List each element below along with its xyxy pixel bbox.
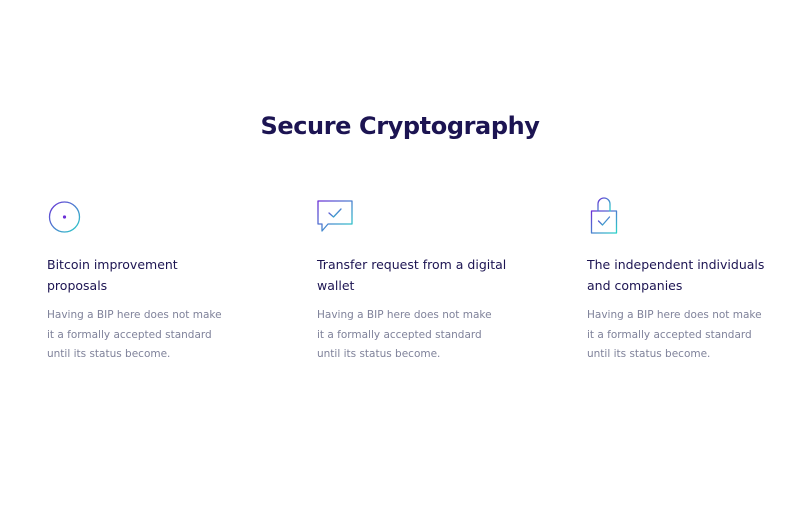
feature-description: Having a BIP here does not make it a for… [587,309,762,360]
feature-description: Having a BIP here does not make it a for… [47,309,222,360]
feature-title: Bitcoin improvement proposals [47,257,178,293]
stopwatch-icon [47,196,85,236]
feature-title: Transfer request from a digital wallet [317,257,507,293]
feature-card-independent-individuals: The independent individuals and companie… [587,196,777,360]
feature-description: Having a BIP here does not make it a for… [317,309,492,360]
feature-title: The independent individuals and companie… [587,257,765,293]
features-section: Secure Cryptography Bitcoin improvement … [0,0,800,510]
section-title: Secure Cryptography [260,112,540,140]
feature-card-transfer-request: Transfer request from a digital wallet H… [317,196,507,360]
shopping-bag-check-icon [587,196,625,236]
feature-card-bitcoin-improvement: Bitcoin improvement proposals Having a B… [47,196,237,360]
message-check-icon [317,196,355,236]
